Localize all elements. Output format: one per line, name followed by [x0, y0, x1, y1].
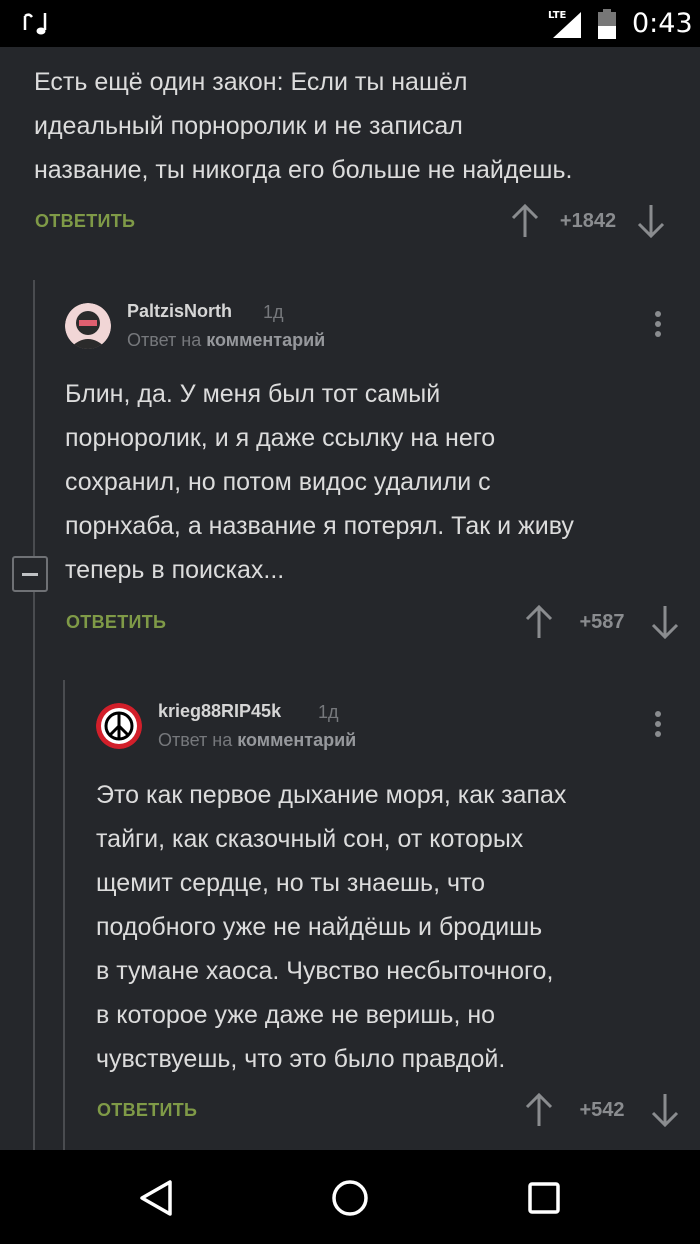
collapse-thread-button[interactable] [12, 556, 48, 592]
reply-button[interactable]: ОТВЕТИТЬ [97, 1100, 197, 1121]
downvote-icon[interactable] [636, 204, 666, 238]
username[interactable]: krieg88RIP45k [158, 701, 281, 722]
comment-text: Есть ещё один закон: Если ты нашёл идеал… [34, 68, 573, 184]
upvote-icon[interactable] [510, 204, 540, 238]
timestamp: 1д [318, 702, 339, 722]
clock: 0:43 [632, 8, 693, 39]
reply-to-link[interactable]: комментарий [206, 330, 325, 350]
battery-icon [598, 9, 616, 39]
comment-score: +587 [579, 610, 625, 633]
vote-controls: +587 [524, 605, 680, 639]
reply-to-prefix: Ответ на [127, 330, 202, 350]
avatar[interactable] [96, 703, 142, 749]
upvote-icon[interactable] [524, 605, 554, 639]
vote-controls: +1842 [510, 204, 666, 238]
comment-text: Блин, да. У меня был тот самый порнороли… [65, 380, 574, 584]
user-avatar-image [65, 303, 111, 349]
thread-line-nested [63, 680, 65, 1150]
reply-to-label: Ответ на комментарий [127, 330, 325, 351]
avatar[interactable] [65, 303, 111, 349]
thread-line [33, 280, 35, 1150]
downvote-icon[interactable] [650, 605, 680, 639]
recents-icon[interactable] [522, 1176, 566, 1220]
navigation-bar [0, 1150, 700, 1244]
comment-score: +542 [579, 1098, 625, 1121]
music-note-icon [23, 13, 47, 35]
comment-text: Это как первое дыхание моря, как запах т… [96, 781, 567, 1073]
reply-to-prefix: Ответ на [158, 730, 233, 750]
reply-button[interactable]: ОТВЕТИТЬ [35, 211, 135, 232]
status-bar: LTE 0:43 [0, 0, 700, 47]
comment-score: +1842 [559, 209, 617, 232]
reply-to-link[interactable]: комментарий [237, 730, 356, 750]
timestamp: 1д [263, 302, 284, 322]
more-options-icon[interactable] [655, 311, 661, 341]
peace-symbol-icon [96, 703, 142, 749]
username[interactable]: PaltzisNorth [127, 301, 232, 322]
signal-icon [553, 12, 581, 38]
upvote-icon[interactable] [524, 1093, 554, 1127]
more-options-icon[interactable] [655, 711, 661, 741]
reply-button[interactable]: ОТВЕТИТЬ [66, 612, 166, 633]
home-icon[interactable] [328, 1176, 372, 1220]
back-icon[interactable] [134, 1176, 178, 1220]
vote-controls: +542 [524, 1093, 680, 1127]
downvote-icon[interactable] [650, 1093, 680, 1127]
reply-to-label: Ответ на комментарий [158, 730, 356, 751]
